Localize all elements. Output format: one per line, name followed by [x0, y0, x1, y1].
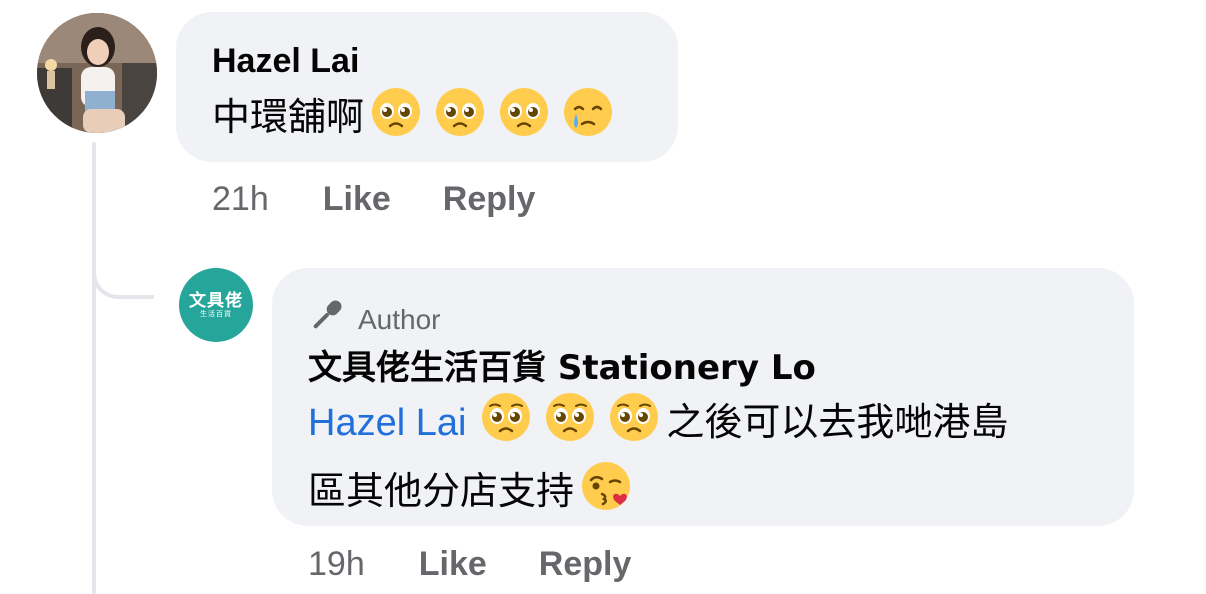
comment-timestamp[interactable]: 21h [212, 180, 269, 219]
reply-button[interactable]: Reply [443, 180, 536, 219]
reply-actions: 19h Like Reply [308, 545, 683, 584]
profile-photo [37, 13, 157, 133]
microphone-icon [308, 296, 358, 343]
pleading-face-emoji [370, 86, 422, 155]
thread-line [92, 142, 96, 594]
pleading-face-emoji [544, 391, 596, 460]
reply-body-line1: 之後可以去我哋港島 [666, 400, 1009, 444]
mention-link[interactable]: Hazel Lai [308, 402, 466, 444]
thread-line-branch [92, 255, 154, 299]
comment-text: 中環舖啊 [212, 86, 642, 155]
face-blowing-kiss-emoji [580, 460, 632, 529]
reply-button[interactable]: Reply [539, 545, 632, 584]
pleading-face-emoji [498, 86, 550, 155]
comment-actions: 21h Like Reply [212, 180, 587, 219]
like-button[interactable]: Like [323, 180, 391, 219]
face-holding-back-tears-emoji [562, 86, 614, 155]
pleading-face-emoji [608, 391, 660, 460]
pleading-face-emoji [480, 391, 532, 460]
reply-bubble: Author 文具佬生活百貨 Stationery Lo Hazel Lai 之後… [272, 268, 1134, 526]
pleading-face-emoji [434, 86, 486, 155]
avatar[interactable] [37, 13, 157, 133]
reply-text: Hazel Lai 之後可以去我哋港島區其他分店支持 [308, 391, 1098, 529]
author-badge-label: Author [358, 303, 441, 335]
comment-bubble: Hazel Lai 中環舖啊 [176, 12, 678, 162]
comment-author[interactable]: Hazel Lai [212, 42, 642, 80]
avatar-logo-text: 文具佬 [189, 290, 243, 311]
reply-author[interactable]: 文具佬生活百貨 Stationery Lo [308, 349, 1098, 387]
author-badge: Author [308, 296, 1098, 343]
reply-timestamp[interactable]: 19h [308, 545, 365, 584]
comment-body: 中環舖啊 [212, 95, 365, 139]
reply-body-line2: 區其他分店支持 [308, 469, 575, 513]
avatar-logo-subtext: 生活百貨 [200, 309, 232, 318]
like-button[interactable]: Like [419, 545, 487, 584]
page-avatar[interactable]: 文具佬 生活百貨 [179, 268, 253, 342]
